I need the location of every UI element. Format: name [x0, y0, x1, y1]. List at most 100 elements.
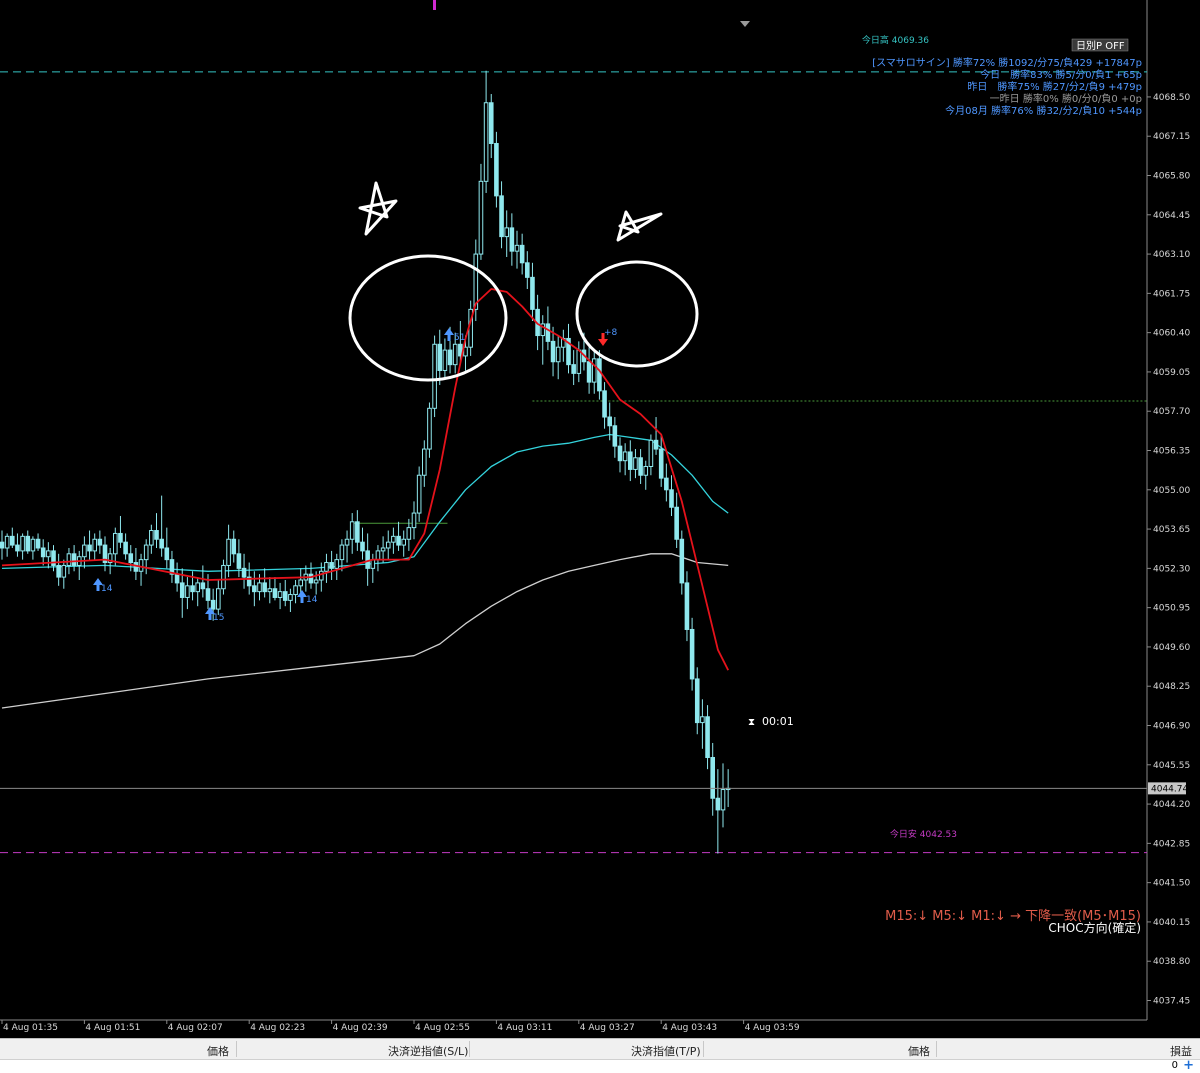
- candle-body-down: [571, 364, 576, 374]
- countdown-timer: 00:01: [762, 715, 794, 728]
- profit-value: 0: [1171, 1060, 1178, 1071]
- candle-body-down: [674, 506, 679, 540]
- price-tick-label: 4045.55: [1153, 761, 1190, 771]
- price-tick-label: 4055.00: [1153, 486, 1190, 496]
- candle-body-up: [61, 564, 67, 578]
- candle-body-down: [35, 538, 41, 549]
- candle-body-down: [525, 262, 530, 278]
- candle-body-up: [221, 564, 226, 590]
- trend-line-2: CHOC方向(確定): [1048, 920, 1141, 935]
- candle-body-up: [633, 457, 638, 470]
- candle-body-up: [293, 585, 298, 596]
- candle-body-up: [380, 547, 386, 552]
- candle-body-down: [617, 445, 623, 462]
- candle-body-down: [694, 678, 700, 724]
- candle-body-up: [149, 530, 154, 546]
- price-chart[interactable]: 4068.50 4067.15 4065.80 4064.45 4063.10 4061.…: [0, 0, 1200, 1071]
- candle-body-down: [638, 457, 643, 476]
- candle-body-down: [154, 530, 159, 540]
- column-profit[interactable]: 損益: [1170, 1043, 1192, 1059]
- candle-body-down: [210, 599, 216, 610]
- candle-body-down: [231, 538, 237, 555]
- candle-body-down: [241, 567, 247, 578]
- candle-body-down: [128, 553, 134, 564]
- candle-body-down: [71, 553, 77, 566]
- candle-body-up: [555, 346, 561, 363]
- price-tick-label: 4056.35: [1153, 447, 1190, 457]
- column-price-1[interactable]: 価格: [207, 1043, 229, 1059]
- candle-body-up: [422, 448, 427, 476]
- candle-body-up: [483, 102, 489, 182]
- candle-body-down: [653, 439, 659, 450]
- column-price-2[interactable]: 価格: [908, 1043, 930, 1059]
- candle-body-up: [138, 559, 144, 572]
- candle-body-up: [92, 538, 98, 552]
- price-tick-label: 4040.15: [1153, 918, 1190, 928]
- candle-body-down: [205, 588, 211, 601]
- price-tick-label: 4057.70: [1153, 407, 1190, 417]
- price-tick-label: 4037.45: [1153, 997, 1190, 1007]
- candle-body-down: [612, 425, 618, 447]
- price-tick-label: 4038.80: [1153, 957, 1190, 967]
- candle-body-down: [329, 562, 334, 569]
- candle-body-down: [437, 343, 443, 371]
- price-tick-label: 4067.15: [1153, 132, 1190, 142]
- candle-body-down: [658, 448, 664, 479]
- price-tick-label: 4060.40: [1153, 329, 1190, 339]
- time-tick-label: 4 Aug 03:43: [662, 1023, 717, 1033]
- candle-body-up: [591, 358, 597, 383]
- price-tick-label: 4044.20: [1153, 800, 1190, 810]
- candle-body-down: [710, 757, 716, 799]
- candle-body-up: [473, 253, 479, 310]
- candle-body-up: [622, 451, 628, 462]
- candle-body-up: [267, 588, 273, 593]
- candle-body-down: [87, 544, 92, 552]
- candle-body-down: [494, 142, 499, 197]
- candle-body-up: [643, 466, 649, 476]
- candle-body-down: [15, 544, 20, 552]
- candle-body-down: [679, 538, 685, 584]
- candle-body-up: [82, 544, 87, 558]
- candle-body-down: [0, 541, 5, 549]
- candle-body-up: [143, 544, 149, 561]
- candle-body-up: [401, 538, 406, 546]
- buy-signal-label-4: 51: [454, 333, 465, 343]
- time-tick-label: 4 Aug 01:51: [85, 1023, 140, 1033]
- candle-body-down: [488, 102, 494, 144]
- candle-body-down: [669, 489, 674, 508]
- candle-body-up: [370, 559, 376, 569]
- current-price-label: 4044.74: [1151, 784, 1188, 794]
- candle-body-up: [416, 474, 422, 514]
- candle-body-up: [648, 439, 654, 468]
- time-tick-label: 4 Aug 02:07: [168, 1023, 223, 1033]
- candle-body-up: [344, 538, 350, 546]
- candle-body-up: [216, 588, 221, 610]
- candle-body-down: [664, 477, 669, 491]
- time-tick-label: 4 Aug 01:35: [3, 1023, 58, 1033]
- price-tick-label: 4064.45: [1153, 211, 1190, 221]
- price-tick-label: 4042.85: [1153, 839, 1190, 849]
- column-stop-loss[interactable]: 決済逆指値(S/L): [388, 1043, 468, 1059]
- price-tick-label: 4041.50: [1153, 879, 1190, 889]
- candle-body-down: [97, 538, 103, 546]
- candle-body-up: [339, 544, 345, 561]
- candle-body-down: [607, 416, 613, 427]
- candle-body-up: [700, 716, 705, 724]
- candle-body-down: [447, 349, 453, 366]
- candle-body-down: [40, 547, 46, 558]
- candle-body-down: [118, 532, 123, 543]
- candle-body-down: [164, 547, 170, 561]
- period-toggle[interactable]: 日別P OFF: [1076, 40, 1125, 52]
- candle-body-up: [432, 343, 437, 409]
- candle-body-down: [499, 195, 504, 238]
- candle-body-up: [391, 535, 396, 543]
- candle-body-up: [478, 180, 484, 255]
- column-take-profit[interactable]: 決済指値(T/P): [631, 1043, 701, 1059]
- candle-body-up: [113, 532, 118, 555]
- plot-background: [0, 0, 1147, 1020]
- candle-body-down: [262, 582, 267, 593]
- candle-body-down: [282, 591, 288, 601]
- candle-body-up: [411, 512, 417, 529]
- column-separator: [236, 1041, 237, 1057]
- candle-body-up: [257, 582, 262, 593]
